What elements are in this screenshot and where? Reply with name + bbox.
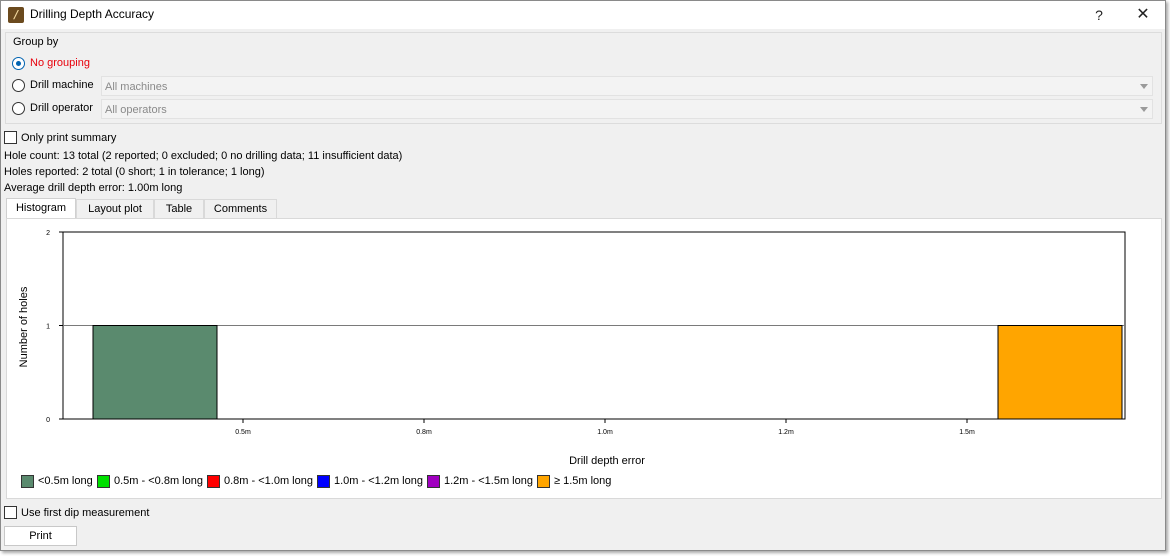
- y-axis-label: Number of holes: [18, 286, 30, 367]
- radio-button[interactable]: [12, 79, 25, 92]
- radio-no-grouping[interactable]: No grouping: [12, 54, 1157, 74]
- operator-select-value: All operators: [105, 104, 167, 116]
- legend-label: 1.2m - <1.5m long: [444, 475, 533, 487]
- tab-comments[interactable]: Comments: [204, 199, 277, 219]
- x-tick-label: 1.5m: [959, 429, 975, 436]
- x-tick-label: 1.0m: [597, 429, 613, 436]
- help-button[interactable]: ?: [1081, 3, 1117, 27]
- chevron-down-icon: [1140, 84, 1148, 89]
- histogram-bar: [92, 325, 218, 420]
- average-error-text: Average drill depth error: 1.00m long: [4, 182, 183, 194]
- histogram-panel: 0 1 2 0.5m 0.8m 1.0m 1.2m 1.5m Number of holes…: [6, 218, 1162, 499]
- group-by-box: Group by No grouping Drill machine All m…: [5, 32, 1162, 124]
- x-tick-label: 0.8m: [416, 429, 432, 436]
- group-by-legend: Group by: [13, 36, 59, 48]
- histogram-bar: [997, 325, 1123, 420]
- chevron-down-icon: [1140, 107, 1148, 112]
- tab-histogram[interactable]: Histogram: [6, 198, 76, 219]
- tab-table[interactable]: Table: [154, 199, 204, 219]
- radio-label: Drill operator: [30, 102, 93, 114]
- radio-button[interactable]: [12, 102, 25, 115]
- machine-select-value: All machines: [105, 81, 168, 93]
- legend-swatch: [317, 475, 330, 488]
- radio-label: No grouping: [30, 57, 90, 69]
- legend-label: <0.5m long: [38, 475, 93, 487]
- title-bar: / Drilling Depth Accuracy ? ✕: [1, 1, 1165, 29]
- operator-select[interactable]: All operators: [101, 99, 1153, 119]
- legend-swatch: [427, 475, 440, 488]
- y-tick-label: 2: [46, 230, 50, 237]
- holes-reported-text: Holes reported: 2 total (0 short; 1 in t…: [4, 166, 265, 178]
- legend-swatch: [207, 475, 220, 488]
- x-tick-label: 1.2m: [778, 429, 794, 436]
- use-first-dip-checkbox[interactable]: [4, 506, 17, 519]
- x-tick-label: 0.5m: [235, 429, 251, 436]
- legend-label: 0.5m - <0.8m long: [114, 475, 203, 487]
- histogram-chart: 0 1 2 0.5m 0.8m 1.0m 1.2m 1.5m Number of holes…: [18, 230, 1126, 467]
- dialog-window: / Drilling Depth Accuracy ? ✕ Group by N…: [0, 0, 1166, 551]
- window-title: Drilling Depth Accuracy: [30, 7, 155, 21]
- x-axis-label: Drill depth error: [569, 455, 645, 467]
- only-print-summary-checkbox[interactable]: [4, 131, 17, 144]
- close-button[interactable]: ✕: [1125, 3, 1161, 27]
- tab-layout-plot[interactable]: Layout plot: [76, 199, 154, 219]
- drill-app-icon: /: [8, 7, 24, 23]
- legend-label: 1.0m - <1.2m long: [334, 475, 423, 487]
- hole-count-text: Hole count: 13 total (2 reported; 0 excl…: [4, 150, 403, 162]
- machine-select[interactable]: All machines: [101, 76, 1153, 96]
- radio-label: Drill machine: [30, 79, 94, 91]
- print-button[interactable]: Print: [4, 526, 77, 546]
- legend-swatch: [97, 475, 110, 488]
- y-tick-label: 1: [46, 324, 50, 331]
- legend-swatch: [537, 475, 550, 488]
- y-tick-label: 0: [46, 417, 50, 424]
- legend-swatch: [21, 475, 34, 488]
- use-first-dip-label: Use first dip measurement: [21, 507, 150, 519]
- radio-button[interactable]: [12, 57, 25, 70]
- radio-drill-operator[interactable]: Drill operator All operators: [12, 99, 1157, 119]
- only-print-summary-label: Only print summary: [21, 132, 117, 144]
- legend-label: ≥ 1.5m long: [554, 475, 612, 487]
- legend-label: 0.8m - <1.0m long: [224, 475, 313, 487]
- radio-drill-machine[interactable]: Drill machine All machines: [12, 76, 1157, 96]
